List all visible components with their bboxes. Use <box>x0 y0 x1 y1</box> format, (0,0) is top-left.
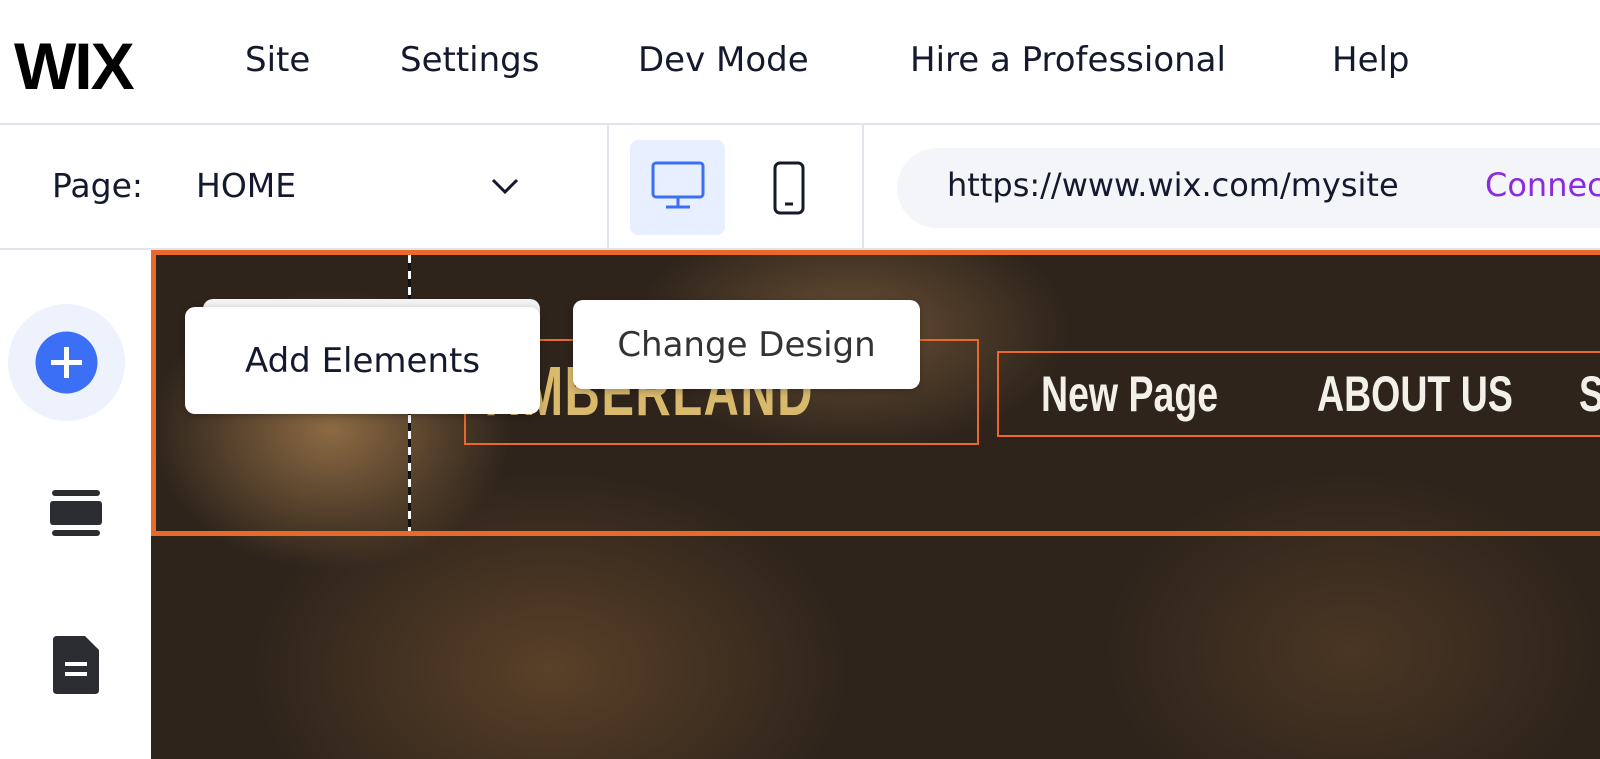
add-elements-button[interactable] <box>8 304 125 421</box>
desktop-icon <box>651 161 705 209</box>
mobile-view-button[interactable] <box>772 160 806 216</box>
change-design-button[interactable]: Change Design <box>573 300 920 389</box>
sections-button[interactable] <box>0 490 151 536</box>
add-icon <box>35 331 98 394</box>
pages-icon <box>52 636 99 694</box>
add-elements-tooltip: Add Elements <box>185 307 540 414</box>
desktop-view-button[interactable] <box>630 140 725 235</box>
menu-help[interactable]: Help <box>1332 40 1410 80</box>
site-url: https://www.wix.com/mysite <box>947 166 1399 204</box>
page-selector[interactable]: HOME <box>196 166 296 205</box>
menu-site[interactable]: Site <box>245 40 310 80</box>
menu-hire-professional[interactable]: Hire a Professional <box>910 40 1226 80</box>
menu-dev-mode[interactable]: Dev Mode <box>638 40 809 80</box>
chevron-down-icon[interactable] <box>490 176 520 196</box>
pages-button[interactable] <box>0 636 151 694</box>
wix-logo[interactable]: WIX <box>14 28 135 104</box>
divider <box>607 125 609 250</box>
page-label: Page: <box>52 166 144 205</box>
site-url-bar[interactable]: https://www.wix.com/mysite Connect <box>897 148 1600 228</box>
top-menu-bar: WIX Site Settings Dev Mode Hire a Profes… <box>0 0 1600 125</box>
strips-icon <box>49 490 102 536</box>
connect-domain-link[interactable]: Connect <box>1485 166 1600 204</box>
menu-settings[interactable]: Settings <box>400 40 539 80</box>
divider <box>862 125 864 250</box>
